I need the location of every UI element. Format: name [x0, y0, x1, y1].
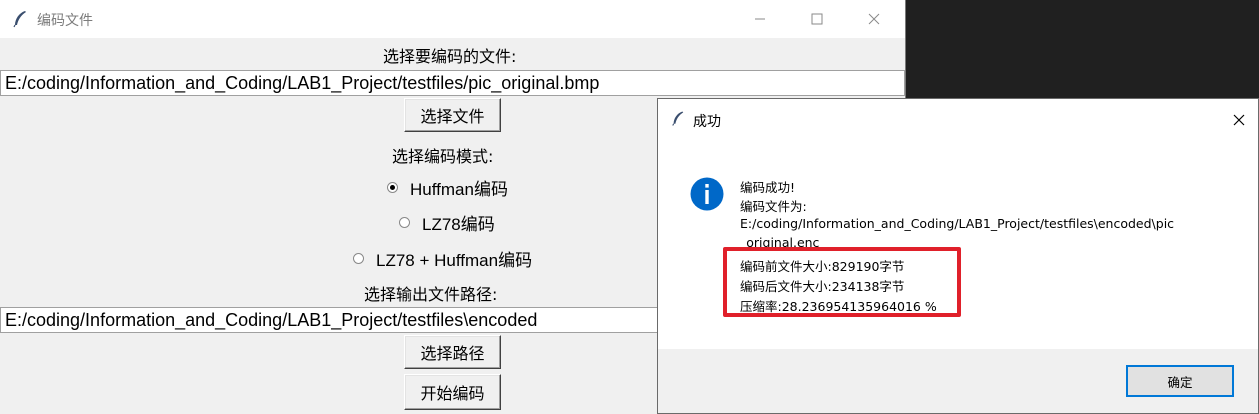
radio-lz78-huffman[interactable]: LZ78 + Huffman编码 — [353, 246, 532, 271]
maximize-button[interactable] — [789, 0, 845, 38]
tk-feather-icon — [13, 11, 26, 28]
output-path-label: 选择输出文件路径: — [364, 285, 498, 304]
message-line: _original.enc — [740, 235, 820, 247]
dialog-title: 成功 — [693, 114, 721, 130]
dialog-titlebar[interactable]: 成功 — [658, 99, 1258, 141]
radio-lz78[interactable]: LZ78编码 — [399, 210, 495, 235]
radio-label: LZ78 + Huffman编码 — [376, 251, 533, 270]
start-encode-button[interactable]: 开始编码 — [404, 374, 501, 410]
select-file-button[interactable]: 选择文件 — [404, 98, 501, 132]
dialog-body: 编码成功! 编码文件为: E:/coding/Information_and_C… — [658, 141, 1258, 349]
message-line: 编码成功! — [740, 180, 796, 195]
close-icon — [868, 13, 880, 25]
dialog-close-button[interactable] — [1228, 109, 1250, 131]
select-path-button[interactable]: 选择路径 — [404, 335, 501, 369]
message-line: 编码文件为: — [740, 199, 807, 214]
close-button[interactable] — [846, 0, 902, 38]
tk-feather-icon — [672, 111, 684, 126]
close-icon — [1233, 114, 1245, 126]
radio-indicator — [353, 253, 364, 264]
radio-label: Huffman编码 — [410, 180, 508, 199]
radio-label: LZ78编码 — [422, 215, 495, 234]
highlight-box — [723, 247, 961, 317]
mode-label: 选择编码模式: — [392, 147, 494, 166]
minimize-icon — [755, 18, 765, 20]
info-icon — [690, 177, 724, 211]
maximize-icon — [811, 13, 823, 25]
window-titlebar[interactable]: 编码文件 — [0, 0, 905, 38]
ok-button[interactable]: 确定 — [1126, 365, 1234, 397]
success-dialog: 成功 编码成功! 编码文件为: E:/coding/Information_an… — [657, 98, 1259, 414]
message-line: E:/coding/Information_and_Coding/LAB1_Pr… — [740, 216, 1175, 231]
radio-indicator — [399, 217, 410, 228]
window-title: 编码文件 — [37, 13, 93, 29]
input-file-label: 选择要编码的文件: — [383, 47, 517, 66]
radio-huffman[interactable]: Huffman编码 — [387, 175, 508, 200]
input-file-path-field[interactable]: E:/coding/Information_and_Coding/LAB1_Pr… — [0, 70, 905, 96]
radio-indicator — [387, 182, 398, 193]
minimize-button[interactable] — [732, 0, 788, 38]
